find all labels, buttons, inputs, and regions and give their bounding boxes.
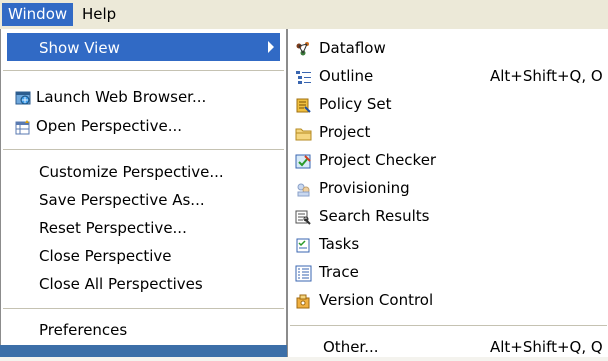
customize-perspective-label: Customize Perspective...: [39, 162, 224, 181]
policy-set-icon: [295, 95, 312, 113]
policy-set-label: Policy Set: [319, 95, 392, 113]
open-perspective-label: Open Perspective...: [36, 116, 183, 135]
outline-label: Outline: [319, 67, 374, 85]
reset-perspective-menu-item[interactable]: Reset Perspective...: [7, 213, 280, 241]
separator: [3, 71, 284, 72]
provisioning-icon: [295, 179, 312, 197]
project-checker-icon: [295, 151, 312, 169]
trace-icon: [295, 263, 312, 282]
open-perspective-icon: [15, 117, 32, 135]
submenu-item-policy-set[interactable]: Policy Set: [292, 90, 608, 118]
customize-perspective-menu-item[interactable]: Customize Perspective...: [7, 157, 280, 185]
trace-label: Trace: [319, 263, 359, 281]
close-perspective-label: Close Perspective: [39, 246, 172, 265]
submenu-item-project[interactable]: Project: [292, 118, 608, 146]
version-control-label: Version Control: [319, 291, 434, 309]
dataflow-label: Dataflow: [319, 39, 386, 57]
project-label: Project: [319, 123, 371, 141]
submenu-item-dataflow[interactable]: Dataflow: [292, 34, 608, 62]
submenu-item-outline[interactable]: Outline Alt+Shift+Q, O: [292, 62, 608, 90]
submenu-item-tasks[interactable]: Tasks: [292, 230, 608, 258]
provisioning-label: Provisioning: [319, 179, 410, 197]
close-all-perspectives-menu-item[interactable]: Close All Perspectives: [7, 269, 280, 297]
show-view-menu-item[interactable]: Show View: [7, 33, 280, 61]
submenu-item-trace[interactable]: Trace: [292, 258, 608, 286]
window-menu[interactable]: Window: [2, 3, 74, 26]
submenu-item-project-checker[interactable]: Project Checker: [292, 146, 608, 174]
save-perspective-as-menu-item[interactable]: Save Perspective As...: [7, 185, 280, 213]
search-results-icon: [295, 207, 312, 225]
outline-shortcut: Alt+Shift+Q, O: [490, 67, 603, 85]
submenu-arrow-icon: [268, 41, 274, 53]
preferences-menu-item[interactable]: Preferences: [7, 315, 280, 343]
project-checker-label: Project Checker: [319, 151, 437, 169]
outline-icon: [295, 67, 312, 84]
tasks-label: Tasks: [319, 235, 360, 253]
submenu-item-provisioning[interactable]: Provisioning: [292, 174, 608, 202]
launch-web-browser-menu-item[interactable]: Launch Web Browser...: [7, 82, 280, 110]
close-perspective-menu-item[interactable]: Close Perspective: [7, 241, 280, 269]
tasks-icon: [295, 235, 312, 253]
open-perspective-menu-item[interactable]: Open Perspective...: [7, 111, 280, 139]
show-view-submenu: Dataflow Outline Alt+Shift+Q, O Policy S…: [287, 29, 608, 357]
separator: [3, 309, 284, 310]
version-control-icon: [295, 291, 312, 309]
submenu-item-version-control[interactable]: Version Control: [292, 286, 608, 314]
preferences-label: Preferences: [39, 320, 128, 339]
separator: [290, 326, 607, 327]
save-perspective-as-label: Save Perspective As...: [39, 190, 205, 209]
help-menu[interactable]: Help: [76, 3, 122, 26]
folder-icon: [295, 123, 312, 141]
submenu-item-search-results[interactable]: Search Results: [292, 202, 608, 230]
window-dropdown-menu: Show View Launch Web Browser... Open Per…: [0, 29, 287, 357]
web-browser-icon: [15, 88, 32, 105]
dataflow-icon: [295, 39, 312, 56]
search-results-label: Search Results: [319, 207, 430, 225]
launch-web-browser-label: Launch Web Browser...: [36, 87, 207, 106]
close-all-perspectives-label: Close All Perspectives: [39, 274, 203, 293]
show-view-label: Show View: [39, 38, 120, 57]
background-window-strip: [0, 345, 287, 357]
reset-perspective-label: Reset Perspective...: [39, 218, 187, 237]
menu-bar: Window Help: [0, 0, 608, 30]
separator: [3, 150, 284, 151]
